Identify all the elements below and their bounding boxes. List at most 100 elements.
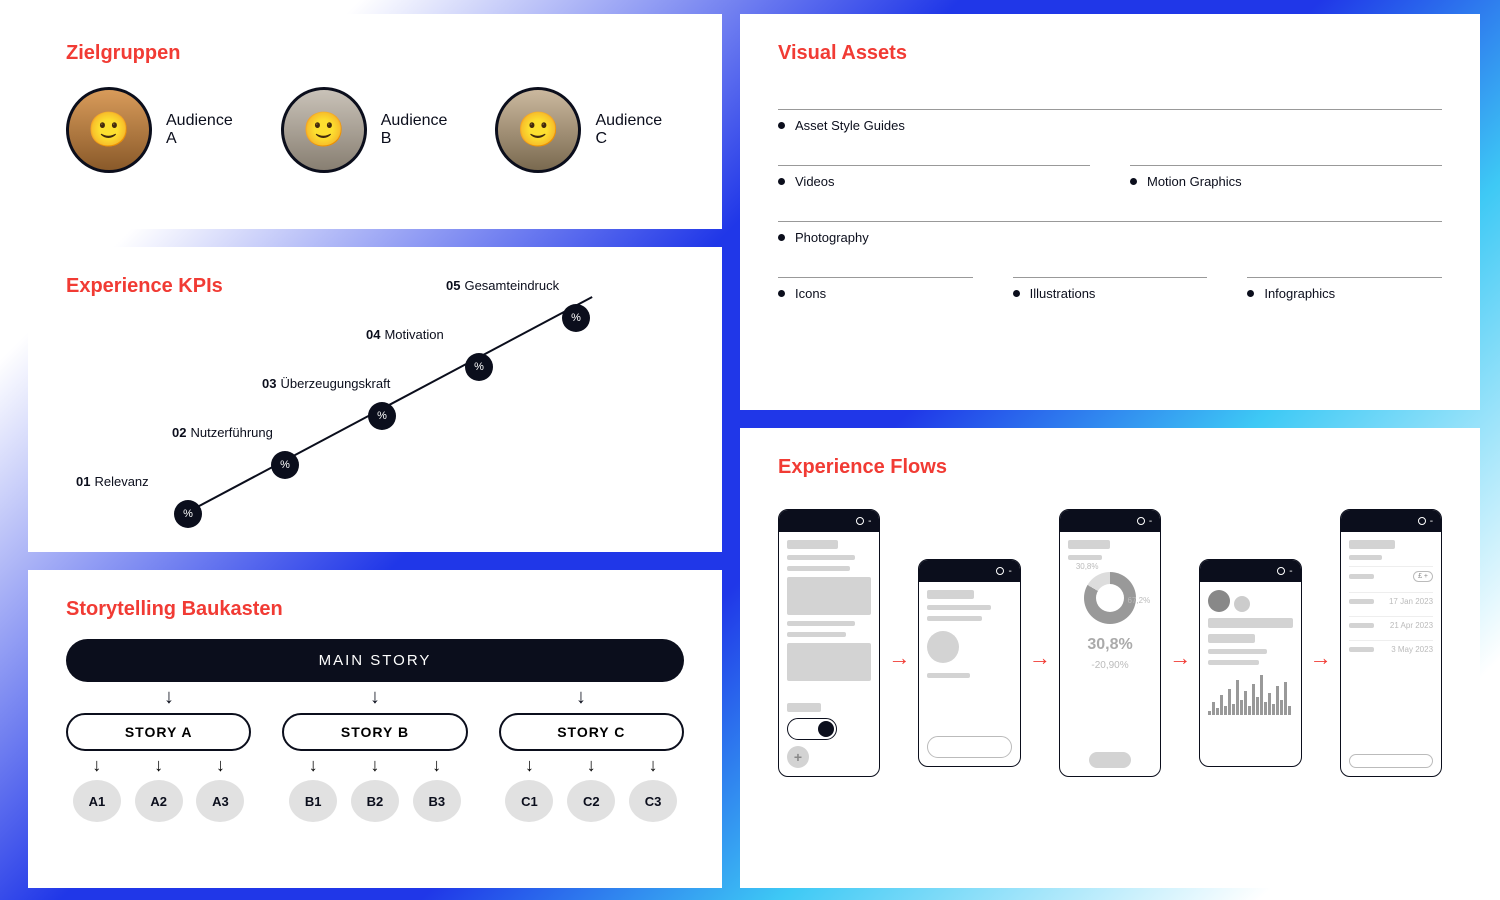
kpi-node-3: % [368,402,396,430]
donut-right-label: 67,2% [1128,596,1151,605]
arrow-down-icon: ↓ [576,686,586,709]
audience-c: 🙂 Audience C [495,87,662,173]
visual-asset-item: Infographics [1247,277,1442,301]
arrow-down-icon: ↓ [370,686,380,709]
flow-arrow-icon: → [1169,645,1191,671]
story-col-c: STORY C ↓ ↓ ↓ C1 C2 C3 [499,713,684,822]
visual-asset-item: Icons [778,277,973,301]
visual-asset-item: Motion Graphics [1130,165,1442,189]
story-pill: STORY B [282,713,467,751]
flows-title: Experience Flows [778,456,1442,479]
sub-node: C3 [629,780,677,822]
donut-percent: 30,8% [1068,636,1152,654]
list-date: 21 Apr 2023 [1390,621,1433,630]
kpi-node-2: % [271,451,299,479]
audience-label: Audience C [595,112,662,148]
story-pill: STORY C [499,713,684,751]
flow-row: - + → - [778,509,1442,777]
story-row: STORY A ↓ ↓ ↓ A1 A2 A3 STORY B ↓ ↓ ↓ B1 B2 B… [66,713,684,822]
arrow-down-icon: ↓ [649,755,658,776]
menu-icon: - [868,516,871,527]
arrow-down-icon: ↓ [309,755,318,776]
sub-node: A3 [196,780,244,822]
menu-icon: - [1289,566,1292,577]
pill-input-icon [927,736,1011,758]
sub-node: B1 [289,780,337,822]
phone-mock-5: - £ + 17 Jan 2023 21 Apr 2023 3 May 2023 [1340,509,1442,777]
arrow-down-icon: ↓ [216,755,225,776]
audience-label: Audience B [381,112,448,148]
list-date: 3 May 2023 [1391,645,1433,654]
slider-icon [1349,754,1433,768]
search-icon [1137,517,1145,525]
flow-arrow-icon: → [888,645,910,671]
arrow-down-icon: ↓ [92,755,101,776]
visual-asset-item: Photography [778,221,1442,245]
search-icon [856,517,864,525]
zielgruppen-title: Zielgruppen [66,42,684,65]
plus-icon: + [787,746,809,768]
menu-icon: - [1149,516,1152,527]
audience-label: Audience A [166,112,233,148]
kpi-label-3: 03Überzeugungskraft [262,376,390,391]
audience-row: 🙂 Audience A 🙂 Audience B 🙂 Audience C [66,87,684,173]
kpi-label-4: 04Motivation [366,327,444,342]
arrow-down-icon: ↓ [370,755,379,776]
storytelling-card: Storytelling Baukasten MAIN STORY ↓ ↓ ↓ ST… [28,570,722,888]
pill-icon [1089,752,1131,768]
donut-top-label: 30,8% [1076,562,1099,571]
avatar: 🙂 [495,87,581,173]
visual-asset-list: Asset Style Guides Videos Motion Graphic… [778,109,1442,301]
kpis-title: Experience KPIs [66,275,684,298]
search-icon [996,567,1004,575]
phone-mock-4: - [1199,559,1301,767]
kpi-node-5: % [562,304,590,332]
menu-icon: - [1008,566,1011,577]
story-title: Storytelling Baukasten [66,598,684,621]
search-icon [1418,517,1426,525]
flow-arrow-icon: → [1310,645,1332,671]
search-icon [1277,567,1285,575]
sub-node: C1 [505,780,553,822]
kpis-card: Experience KPIs % % % % % 01Relevanz 02N… [28,247,722,552]
avatar: 🙂 [281,87,367,173]
phone-mock-2: - [918,559,1020,767]
audience-a: 🙂 Audience A [66,87,233,173]
zielgruppen-card: Zielgruppen 🙂 Audience A 🙂 Audience B 🙂 … [28,14,722,229]
flow-arrow-icon: → [1029,645,1051,671]
kpi-node-1: % [174,500,202,528]
kpi-label-2: 02Nutzerführung [172,425,273,440]
sub-node: A2 [135,780,183,822]
sub-node: A1 [73,780,121,822]
kpi-label-5: 05Gesamteindruck [446,278,559,293]
arrow-down-icon: ↓ [164,686,174,709]
kpi-label-1: 01Relevanz [76,474,149,489]
main-story-pill: MAIN STORY [66,639,684,682]
experience-flows-card: Experience Flows - + → - [740,428,1480,888]
kpi-stage: % % % % % 01Relevanz 02Nutzerführung 03Ü… [66,316,686,551]
story-pill: STORY A [66,713,251,751]
sub-node: C2 [567,780,615,822]
phone-mock-3: - 30,8% 67,2% 30,8% -20,90% [1059,509,1161,777]
donut-sub: -20,90% [1068,660,1152,671]
visual-asset-item: Videos [778,165,1090,189]
arrow-down-icon: ↓ [154,755,163,776]
arrow-down-icon: ↓ [525,755,534,776]
visual-title: Visual Assets [778,42,1442,65]
visual-asset-item: Illustrations [1013,277,1208,301]
kpi-node-4: % [465,353,493,381]
arrow-row: ↓ ↓ ↓ [66,686,684,709]
story-col-b: STORY B ↓ ↓ ↓ B1 B2 B3 [282,713,467,822]
arrow-down-icon: ↓ [587,755,596,776]
sub-node: B2 [351,780,399,822]
toggle-icon [787,718,837,740]
audience-b: 🙂 Audience B [281,87,448,173]
phone-mock-1: - + [778,509,880,777]
arrow-down-icon: ↓ [432,755,441,776]
bar-chart-icon [1208,671,1292,715]
sub-node: B3 [413,780,461,822]
list-date: 17 Jan 2023 [1389,597,1433,606]
avatar: 🙂 [66,87,152,173]
menu-icon: - [1430,516,1433,527]
story-col-a: STORY A ↓ ↓ ↓ A1 A2 A3 [66,713,251,822]
